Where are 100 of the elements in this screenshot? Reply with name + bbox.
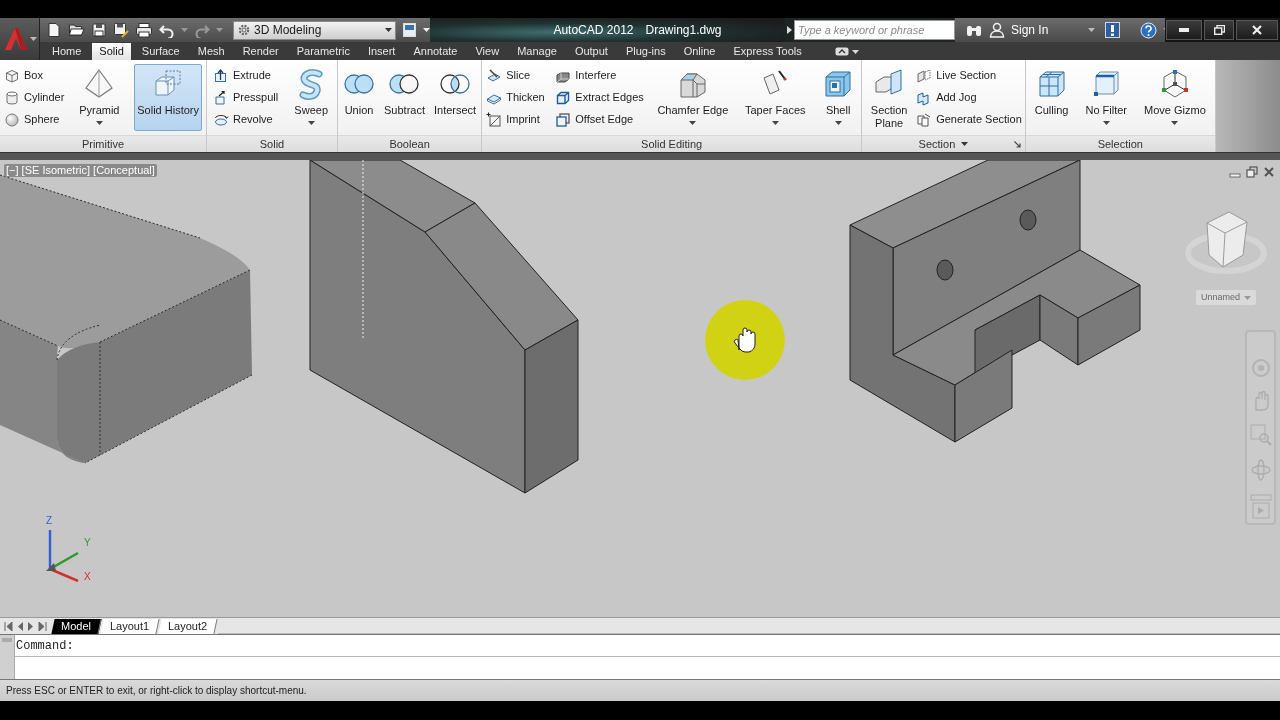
next-icon[interactable] — [27, 622, 35, 631]
ribbon-tab[interactable]: Manage — [510, 43, 564, 60]
axis-label: X — [84, 571, 91, 582]
app-logo-icon — [2, 26, 29, 52]
hand-cursor-icon — [705, 300, 785, 380]
ribbon-tab[interactable]: Insert — [360, 43, 403, 60]
panel-title: Solid Editing — [641, 137, 703, 151]
dialog-launcher-icon[interactable] — [1013, 141, 1021, 148]
ribbon-tab[interactable]: Surface — [134, 43, 187, 60]
previous-icon[interactable] — [16, 622, 24, 631]
ribbon-tab[interactable]: Annotate — [406, 43, 465, 60]
caret-icon[interactable] — [851, 49, 859, 54]
tool-button[interactable]: Cylinder — [4, 89, 65, 106]
first-page-icon[interactable] — [4, 622, 13, 631]
window-icon[interactable] — [402, 22, 417, 38]
tool-button[interactable]: Extract Edges — [555, 89, 644, 106]
layout-tab[interactable]: Layout1 — [100, 619, 160, 634]
caret-icon — [385, 28, 392, 32]
tool-button[interactable]: Move Gizmo — [1141, 64, 1209, 131]
tool-button[interactable]: Solid History — [134, 64, 202, 131]
stacked-sheets-icon — [916, 111, 933, 128]
tool-button[interactable]: No Filter — [1082, 64, 1130, 131]
ribbon-tab[interactable]: Plug-ins — [618, 43, 673, 60]
save-as-icon[interactable] — [113, 22, 129, 38]
tool-button[interactable]: Box — [4, 67, 65, 84]
restore-icon[interactable] — [1246, 166, 1258, 178]
wireframe-cube-icon — [555, 89, 572, 106]
caret-icon — [1244, 295, 1251, 300]
sphere-icon — [4, 111, 20, 128]
tool-button[interactable]: Chamfer Edge — [654, 64, 732, 131]
tool-button[interactable]: Extrude — [213, 67, 279, 84]
layout-tab[interactable]: Layout2 — [158, 619, 218, 634]
panel-title: Section — [918, 137, 956, 151]
close-icon[interactable] — [1263, 166, 1275, 178]
ribbon-tab[interactable]: Mesh — [190, 43, 232, 60]
offset-squares-icon — [555, 111, 572, 128]
ribbon-tab[interactable]: Home — [45, 43, 89, 60]
panel-title: Solid — [259, 137, 285, 151]
tool-button[interactable]: Interfere — [555, 67, 644, 84]
undo-icon[interactable] — [159, 22, 175, 38]
tool-button[interactable]: Shell — [819, 64, 858, 131]
alert-icon[interactable] — [1105, 22, 1121, 38]
ribbon-tab[interactable]: Online — [676, 43, 723, 60]
axis-label: Y — [84, 537, 91, 548]
close-button[interactable] — [1236, 20, 1278, 40]
ribbon-tab[interactable]: Express Tools — [726, 43, 809, 60]
workspace-dropdown[interactable]: 3D Modeling — [233, 20, 396, 40]
tool-button[interactable]: Subtract — [381, 64, 428, 131]
caret-icon[interactable] — [423, 28, 430, 32]
ribbon-tab[interactable]: Output — [567, 43, 615, 60]
tool-button[interactable]: Revolve — [213, 111, 279, 128]
redo-icon[interactable] — [194, 22, 210, 38]
ribbon-tab[interactable]: Parametric — [289, 43, 357, 60]
caret-icon — [29, 37, 37, 41]
expand-arrow-icon[interactable] — [786, 26, 793, 34]
tool-button[interactable]: Imprint — [486, 111, 545, 128]
restore-button[interactable] — [1204, 20, 1234, 40]
axis-label: Z — [46, 515, 53, 526]
tool-button[interactable]: Taper Faces — [742, 64, 809, 131]
tool-button[interactable]: Sphere — [4, 111, 65, 128]
caret-icon[interactable] — [961, 142, 969, 146]
layout-tab[interactable]: Model — [51, 619, 102, 634]
section-planes-icon — [916, 67, 933, 84]
open-folder-icon[interactable] — [68, 22, 85, 38]
last-page-icon[interactable] — [38, 622, 47, 631]
sign-in-link[interactable]: Sign In — [1011, 21, 1049, 39]
ribbon-toggle-icon[interactable] — [834, 47, 849, 56]
search-field[interactable]: Type a keyword or phrase — [794, 20, 955, 40]
minimize-icon — [1179, 28, 1189, 32]
tool-button[interactable]: Section Plane — [865, 64, 914, 131]
tool-button[interactable]: Union — [340, 64, 378, 131]
minimize-button[interactable] — [1166, 20, 1202, 40]
tool-button[interactable]: Live Section — [916, 67, 1022, 84]
tool-button[interactable]: Sweep — [291, 64, 331, 131]
tool-button[interactable]: Pyramid — [76, 64, 123, 131]
named-view-dropdown[interactable]: Unnamed — [1196, 290, 1256, 305]
grip-icon[interactable] — [2, 638, 12, 642]
new-file-icon[interactable] — [46, 22, 62, 38]
knife-plane-icon — [486, 67, 503, 84]
tool-button[interactable]: Slice — [486, 67, 545, 84]
tool-button[interactable]: Add Jog — [916, 89, 1022, 106]
panel-title: Boolean — [389, 137, 430, 151]
restore-icon — [1213, 25, 1225, 35]
save-icon[interactable] — [91, 22, 107, 38]
tool-button[interactable]: Offset Edge — [555, 111, 644, 128]
tool-button[interactable]: Culling — [1031, 64, 1072, 131]
tool-button[interactable]: Intersect — [430, 64, 480, 131]
user-icon[interactable] — [989, 22, 1005, 38]
help-icon[interactable] — [1140, 21, 1158, 39]
cube-icon — [4, 67, 20, 84]
tool-button[interactable]: Generate Section — [916, 111, 1022, 128]
printer-icon[interactable] — [135, 22, 153, 38]
ribbon-tab[interactable]: Solid — [92, 43, 131, 60]
ribbon-tab[interactable]: View — [468, 43, 507, 60]
tool-button[interactable]: Thicken — [486, 89, 545, 106]
tool-button[interactable]: Presspull — [213, 89, 279, 106]
application-menu-button[interactable] — [0, 18, 40, 60]
ribbon-tab[interactable]: Render — [235, 43, 286, 60]
cylinder-icon — [4, 89, 20, 106]
panel-title: Selection — [1097, 137, 1143, 151]
